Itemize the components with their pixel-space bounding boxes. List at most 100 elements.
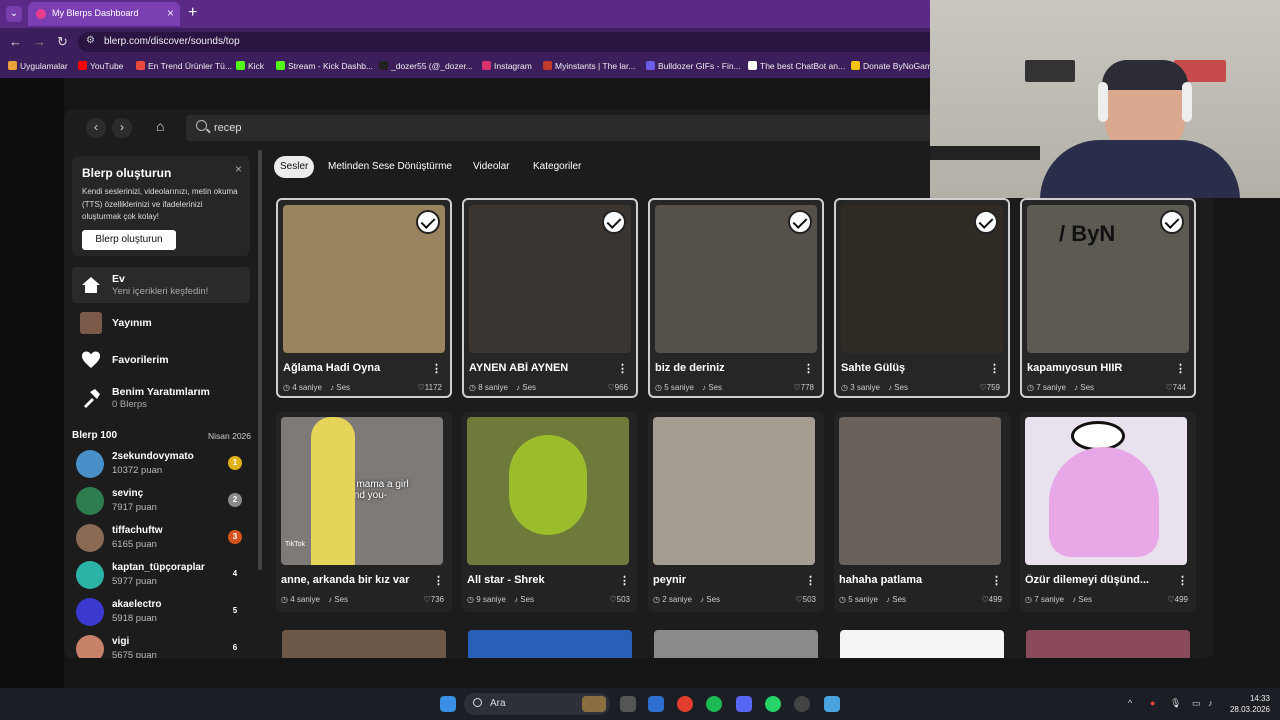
windows-start-icon[interactable] — [440, 696, 456, 712]
bookmark-item[interactable]: Myinstants | The lar... — [543, 61, 635, 71]
card-title[interactable]: anne, arkanda bir kız var — [281, 574, 426, 586]
bookmark-item[interactable]: Uygulamalar — [8, 61, 68, 71]
search-bar[interactable] — [186, 115, 946, 141]
site-info-icon[interactable]: ⚙ — [86, 35, 95, 46]
back-arrow-icon[interactable]: ← — [9, 34, 22, 49]
tab-categories[interactable]: Kategoriler — [527, 156, 587, 178]
leaderboard-row[interactable]: sevinç 7917 puan 2 — [76, 485, 248, 521]
bookmark-item[interactable]: The best ChatBot an... — [748, 61, 845, 71]
search-input[interactable] — [214, 119, 914, 137]
sidebar-item-home[interactable]: Ev Yeni içerikleri keşfedin! — [72, 267, 250, 303]
bookmark-item[interactable]: _dozer55 (@_dozer... — [379, 61, 473, 71]
panel-forward-button[interactable]: › — [112, 118, 132, 138]
card-thumbnail[interactable] — [467, 417, 629, 565]
network-icon[interactable]: ▭ — [1192, 698, 1201, 709]
whatsapp-icon[interactable] — [765, 696, 781, 712]
sound-card[interactable]: Özür dilemeyi düşünd... ⋮ ◷ 7 saniye ♪ Ses ♡… — [1020, 412, 1196, 612]
sound-card[interactable]: mommy.. mama a girl behind you- TikTok ann… — [276, 412, 452, 612]
create-blerp-button[interactable]: Blerp oluşturun — [82, 230, 176, 250]
discord-icon[interactable] — [736, 696, 752, 712]
system-clock[interactable]: 14:33 28.03.2026 — [1230, 693, 1270, 715]
card-title[interactable]: Ağlama Hadi Oyna — [283, 362, 428, 374]
sound-card[interactable]: Ağlama Hadi Oyna ⋮ ◷ 4 saniye ♪ Ses ♡1172 — [276, 198, 452, 398]
card-thumbnail-partial[interactable] — [282, 630, 446, 658]
sidebar-scrollbar[interactable] — [258, 150, 262, 570]
bookmark-item[interactable]: YouTube — [78, 61, 123, 71]
sound-card[interactable]: hahaha patlama ⋮ ◷ 5 saniye ♪ Ses ♡499 — [834, 412, 1010, 612]
more-options-icon[interactable]: ⋮ — [803, 362, 814, 375]
more-options-icon[interactable]: ⋮ — [1177, 574, 1188, 587]
sound-card[interactable]: AYNEN ABİ AYNEN ⋮ ◷ 8 saniye ♪ Ses ♡966 — [462, 198, 638, 398]
sidebar-item-stream[interactable]: Yayınım — [72, 305, 250, 341]
tab-text-to-speech[interactable]: Metinden Sese Dönüştürme — [322, 156, 458, 178]
bookmark-item[interactable]: En Trend Ürünler Tü... — [136, 61, 232, 71]
card-thumbnail-partial[interactable] — [654, 630, 818, 658]
card-title[interactable]: peynir — [653, 574, 798, 586]
browser-tab[interactable]: My Blerps Dashboard × — [28, 2, 180, 26]
tray-expand-icon[interactable]: ^ — [1128, 698, 1132, 708]
url-field[interactable]: ⚙ blerp.com/discover/sounds/top — [78, 32, 938, 52]
more-options-icon[interactable]: ⋮ — [431, 362, 442, 375]
tab-videos[interactable]: Videolar — [467, 156, 516, 178]
obs-icon[interactable] — [794, 696, 810, 712]
card-title[interactable]: Sahte Gülüş — [841, 362, 986, 374]
chrome-icon[interactable] — [677, 696, 693, 712]
bookmark-item[interactable]: Donate ByNoGam — [851, 61, 932, 71]
sound-card[interactable]: biz de deriniz ⋮ ◷ 5 saniye ♪ Ses ♡778 — [648, 198, 824, 398]
card-thumbnail[interactable]: mommy.. mama a girl behind you- TikTok — [281, 417, 443, 565]
sidebar-item-favorites[interactable]: Favorilerim — [72, 342, 250, 378]
card-title[interactable]: biz de deriniz — [655, 362, 800, 374]
card-thumbnail[interactable] — [839, 417, 1001, 565]
leaderboard-row[interactable]: 2sekundovymato 10372 puan 1 — [76, 448, 248, 484]
tab-search-button[interactable]: ⌄ — [6, 6, 22, 22]
card-title[interactable]: Özür dilemeyi düşünd... — [1025, 574, 1170, 586]
sound-card[interactable]: All star - Shrek ⋮ ◷ 9 saniye ♪ Ses ♡503 — [462, 412, 638, 612]
sound-card[interactable]: / ByN kapamıyosun HIIR ⋮ ◷ 7 saniye ♪ Ses ♡74… — [1020, 198, 1196, 398]
bookmark-item[interactable]: Stream - Kick Dashb... — [276, 61, 373, 71]
more-options-icon[interactable]: ⋮ — [433, 574, 444, 587]
card-title[interactable]: kapamıyosun HIIR — [1027, 362, 1172, 374]
more-options-icon[interactable]: ⋮ — [989, 362, 1000, 375]
leaderboard-row[interactable]: tiffachuftw 6165 puan 3 — [76, 522, 248, 558]
tab-sounds[interactable]: Sesler — [274, 156, 315, 178]
card-title[interactable]: AYNEN ABİ AYNEN — [469, 362, 614, 374]
forward-arrow-icon[interactable]: → — [33, 34, 46, 49]
volume-icon[interactable]: ♪ — [1208, 698, 1213, 708]
checkmark-icon[interactable] — [602, 210, 626, 234]
leaderboard-row[interactable]: vigi 5675 puan 6 — [76, 633, 248, 658]
app-icon[interactable] — [824, 696, 840, 712]
card-thumbnail-partial[interactable] — [468, 630, 632, 658]
checkmark-icon[interactable] — [416, 210, 440, 234]
sidebar-item-creations[interactable]: Benim Yaratımlarım 0 Blerps — [72, 380, 250, 416]
more-options-icon[interactable]: ⋮ — [619, 574, 630, 587]
close-tab-icon[interactable]: × — [167, 6, 174, 20]
leaderboard-row[interactable]: akaelectro 5918 puan 5 — [76, 596, 248, 632]
task-view-icon[interactable] — [620, 696, 636, 712]
close-icon[interactable]: × — [235, 162, 242, 176]
home-icon[interactable]: ⌂ — [156, 118, 164, 134]
widget-icon[interactable] — [582, 696, 606, 712]
sound-card[interactable]: peynir ⋮ ◷ 2 saniye ♪ Ses ♡503 — [648, 412, 824, 612]
reload-icon[interactable]: ↻ — [57, 34, 68, 50]
url-text[interactable]: blerp.com/discover/sounds/top — [104, 36, 240, 47]
tray-app-icon[interactable]: ● — [1150, 698, 1155, 708]
card-thumbnail-partial[interactable] — [840, 630, 1004, 658]
more-options-icon[interactable]: ⋮ — [805, 574, 816, 587]
card-title[interactable]: hahaha patlama — [839, 574, 984, 586]
store-icon[interactable] — [648, 696, 664, 712]
checkmark-icon[interactable] — [788, 210, 812, 234]
card-thumbnail[interactable] — [653, 417, 815, 565]
leaderboard-row[interactable]: kaptan_tüpçoraplar 5977 puan 4 — [76, 559, 248, 595]
bookmark-item[interactable]: Instagram — [482, 61, 532, 71]
sound-card[interactable]: Sahte Gülüş ⋮ ◷ 3 saniye ♪ Ses ♡759 — [834, 198, 1010, 398]
bookmark-item[interactable]: Kick — [236, 61, 264, 71]
microphone-icon[interactable]: 🎙 — [1170, 698, 1181, 709]
checkmark-icon[interactable] — [974, 210, 998, 234]
card-thumbnail[interactable] — [1025, 417, 1187, 565]
more-options-icon[interactable]: ⋮ — [991, 574, 1002, 587]
card-thumbnail-partial[interactable] — [1026, 630, 1190, 658]
more-options-icon[interactable]: ⋮ — [1175, 362, 1186, 375]
more-options-icon[interactable]: ⋮ — [617, 362, 628, 375]
spotify-icon[interactable] — [706, 696, 722, 712]
new-tab-icon[interactable]: + — [188, 4, 197, 22]
